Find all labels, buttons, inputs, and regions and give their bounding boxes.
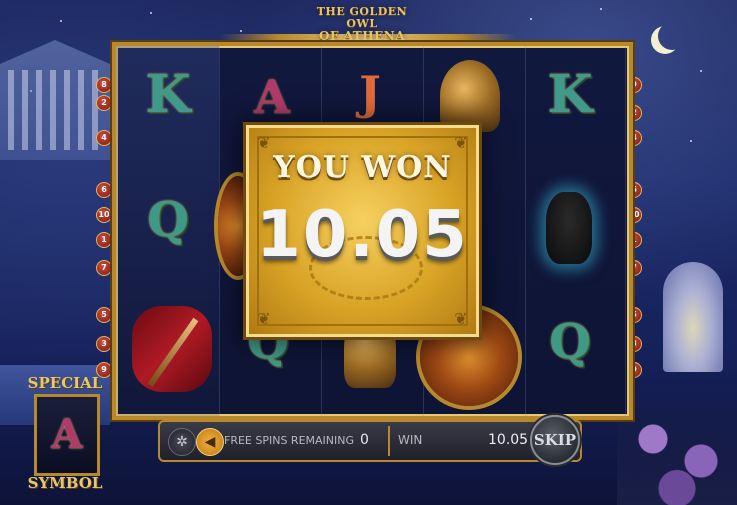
moon-icon [658,22,686,50]
speaker-icon: ◀ [204,434,216,450]
gear-icon: ✲ [176,434,188,450]
payline-marker: 8 [96,77,112,93]
payline-marker: 3 [96,336,112,352]
win-amount: 10.05 [256,198,469,272]
sound-button[interactable]: ◀ [196,428,224,456]
win-popup: ❦ ❦ ❦ ❦ YOU WON 10.05 [246,125,479,337]
symbol-q: Q [147,192,189,248]
payline-marker: 7 [96,260,112,276]
payline-marker: 2 [96,95,112,111]
flowers-scenery [617,395,737,505]
game-title-line1: THE GOLDEN OWL [316,5,408,30]
symbol-k: K [547,64,593,125]
payline-marker: 1 [96,232,112,248]
game-title-line2: OF ATHENA [319,29,405,43]
special-label: SPECIAL [27,374,103,392]
corner-ornament-icon: ❦ [257,309,271,328]
symbol-j: J [359,66,381,120]
free-spins-label: FREE SPINS REMAINING [224,434,355,447]
vase-symbol-icon [546,192,592,264]
win-heading: YOU WON [273,150,452,185]
symbol-label: SYMBOL [27,474,103,492]
payline-marker: 6 [96,182,112,198]
symbol-a: A [254,70,290,124]
temple-columns [8,70,98,150]
win-label: WIN [398,433,423,447]
payline-marker: 4 [96,130,112,146]
control-bar: ✲ ◀ FREE SPINS REMAINING 0 WIN 10.05 [158,420,582,462]
symbol-q: Q [549,314,591,370]
settings-button[interactable]: ✲ [168,428,196,456]
special-symbol-panel: SPECIAL A SYMBOL [20,372,110,502]
game-logo: THE GOLDEN OWL OF ATHENA [302,5,422,43]
special-symbol-letter: A [51,411,83,458]
skip-button[interactable]: SKIP [530,415,580,465]
symbol-k: K [145,64,191,125]
payline-marker: 5 [96,307,112,323]
divider [388,426,390,456]
win-value: 10.05 [488,432,529,448]
payline-marker: 10 [96,207,112,223]
rotunda-scenery [663,262,723,372]
special-symbol-box: A [34,394,100,476]
free-spins-value: 0 [360,432,369,448]
corner-ornament-icon: ❦ [454,309,468,328]
helmet-symbol-icon [440,60,500,132]
